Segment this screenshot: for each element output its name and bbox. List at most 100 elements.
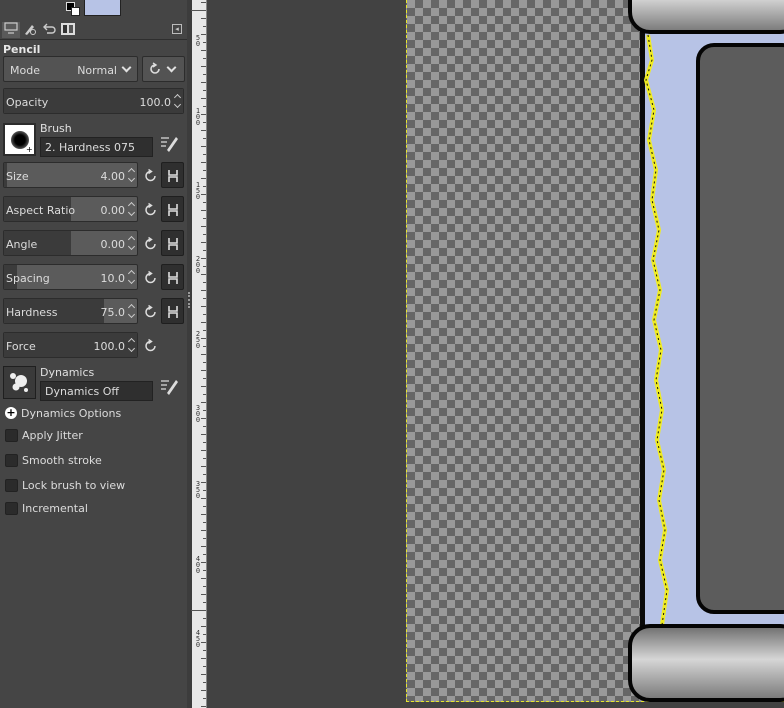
foreground-color-swatch[interactable] [84,0,121,16]
increment-icon[interactable] [173,91,182,101]
angle-reset-icon[interactable] [142,235,160,253]
device-status-icon [25,25,36,35]
ruler-tick [203,602,206,603]
ruler-tick [203,90,206,91]
decrement-icon[interactable] [127,345,136,355]
decrement-icon[interactable] [173,101,182,111]
ruler-tick [201,130,206,131]
ruler-tick [203,266,206,267]
hardness-link-button[interactable] [161,298,184,324]
mode-select[interactable]: Mode Normal [3,56,138,82]
mode-switch-button[interactable] [142,56,185,82]
inner-panel [696,43,784,614]
spacing-link-button[interactable] [161,264,184,290]
option-checkbox[interactable] [5,454,18,467]
increment-icon[interactable] [127,301,136,311]
size-reset-icon[interactable] [142,167,160,185]
ruler-tick [201,66,206,67]
dynamics-preview[interactable] [3,366,36,399]
tool-options-tab[interactable] [2,22,20,38]
decrement-icon[interactable] [127,209,136,219]
decrement-icon[interactable] [127,277,136,287]
ruler-tick [203,170,206,171]
opacity-slider[interactable]: Opacity 100.0 [3,88,184,114]
ruler-tick [201,674,206,675]
increment-icon[interactable] [127,335,136,345]
ruler-tick [203,474,206,475]
vertical-ruler[interactable]: 5 0 1 0 0 1 5 0 2 0 0 2 5 0 3 0 0 3 5 0 4 0 0 4 … [191,0,207,708]
drawn-shape[interactable] [620,0,784,708]
aspect-link-button[interactable] [161,196,184,222]
default-colors-icon[interactable] [66,2,80,16]
ruler-tick [201,290,206,291]
ruler-tick [201,546,206,547]
hardness-reset-icon[interactable] [142,303,160,321]
ruler-label: 3 0 0 [195,404,201,424]
frame-left-border [640,30,645,630]
ruler-tick [201,18,206,19]
increment-icon[interactable] [127,267,136,277]
aspect-slider[interactable]: Aspect Ratio 0.00 [3,196,138,222]
ruler-tick [203,618,206,619]
dynamics-name-field[interactable]: Dynamics Off [40,381,153,401]
ruler-tick [201,450,206,451]
ruler-label: 3 5 0 [195,480,201,500]
angle-slider[interactable]: Angle 0.00 [3,230,138,256]
bottom-bar [628,624,784,702]
increment-icon[interactable] [127,233,136,243]
ruler-tick [203,634,206,635]
ruler-tick [203,378,206,379]
ruler-tick [203,42,206,43]
aspect-reset-icon[interactable] [142,201,160,219]
decrement-icon[interactable] [127,175,136,185]
edit-brush-icon[interactable] [159,133,179,153]
increment-icon[interactable] [127,165,136,175]
size-slider[interactable]: Size 4.00 [3,162,138,188]
edit-dynamics-icon[interactable] [159,376,179,396]
color-indicator-strip [0,0,187,20]
ruler-label: 4 0 0 [195,555,201,575]
option-checkbox[interactable] [5,479,18,492]
ruler-tick [203,218,206,219]
top-bar [628,0,784,34]
hardness-slider[interactable]: Hardness 75.0 [3,298,138,324]
option-label: Incremental [22,502,88,515]
decrement-icon[interactable] [127,311,136,321]
ruler-tick [201,434,206,435]
dynamics-icon [10,373,28,392]
ruler-tick [201,146,206,147]
ruler-tick [203,186,206,187]
ruler-tick [201,242,206,243]
ruler-label: 5 0 [195,34,201,48]
brush-preview[interactable]: + [3,123,36,156]
size-link-button[interactable] [161,162,184,188]
ruler-tick [201,98,206,99]
force-reset-icon[interactable] [142,337,160,355]
device-status-tab[interactable] [21,22,39,38]
option-checkbox[interactable] [5,502,18,515]
resize-grip-icon[interactable] [188,292,190,308]
option-label: Smooth stroke [22,454,102,467]
increment-icon[interactable] [127,199,136,209]
spacing-reset-icon[interactable] [142,269,160,287]
ruler-tick [203,666,206,667]
option-checkbox[interactable] [5,429,18,442]
ruler-tick [203,154,206,155]
ruler-tick [203,234,206,235]
spacing-value: 10.0 [100,272,126,285]
spacing-slider[interactable]: Spacing 10.0 [3,264,138,290]
decrement-icon[interactable] [127,243,136,253]
tab-menu-icon[interactable]: ◂ [172,24,182,34]
force-slider[interactable]: Force 100.0 [3,332,138,358]
brush-name-field[interactable]: 2. Hardness 075 [40,137,153,157]
ruler-tick [201,210,206,211]
ruler-tick [203,282,206,283]
reset-icon [150,62,160,74]
mode-value: Normal [77,64,117,77]
ruler-tick [203,202,206,203]
ruler-tick [203,490,206,491]
undo-history-tab[interactable] [40,22,58,38]
ruler-label: 2 5 0 [195,330,201,350]
images-tab[interactable] [59,22,77,38]
angle-link-button[interactable] [161,230,184,256]
